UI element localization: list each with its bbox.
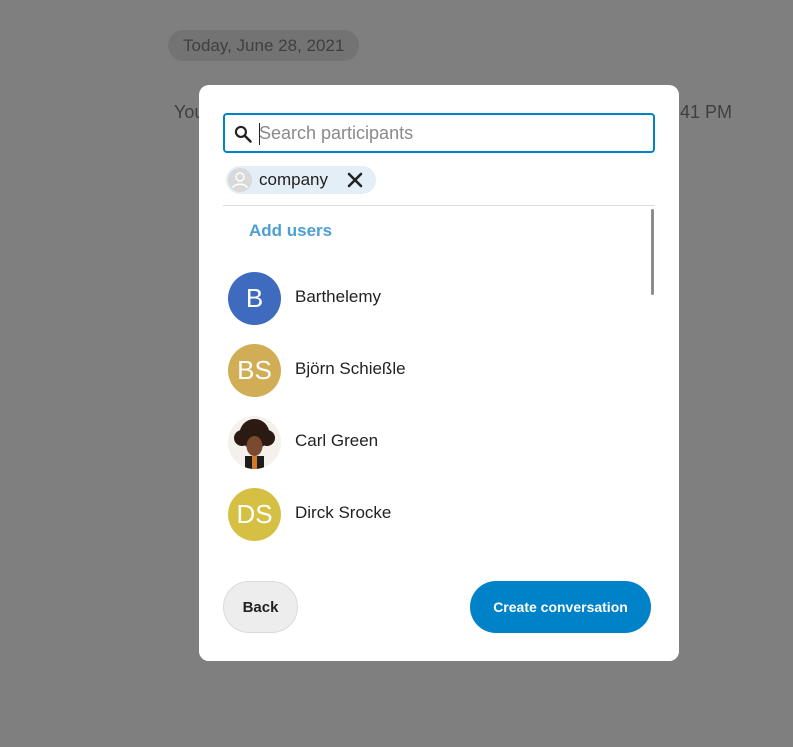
user-icon <box>232 172 248 189</box>
background-message-time: 41 PM <box>680 102 733 122</box>
close-icon[interactable] <box>344 169 366 191</box>
date-separator: Today, June 28, 2021 <box>168 30 360 61</box>
new-conversation-dialog: company Add users B Barthelemy BS Björn … <box>199 85 679 661</box>
participant-list[interactable]: Add users B Barthelemy BS Björn Schießle… <box>223 206 655 576</box>
user-name: Barthelemy <box>295 287 381 306</box>
add-users-heading: Add users <box>249 221 333 240</box>
list-item[interactable]: Carl Green <box>223 406 653 478</box>
list-item[interactable]: BS Björn Schießle <box>223 334 653 406</box>
avatar: DS <box>228 488 281 541</box>
user-name: Björn Schießle <box>295 359 406 378</box>
avatar: BS <box>228 344 281 397</box>
list-item[interactable]: B Barthelemy <box>223 262 653 334</box>
search-input[interactable] <box>259 119 639 147</box>
search-icon <box>234 125 252 143</box>
user-name: Carl Green <box>295 431 379 450</box>
scrollbar[interactable] <box>651 209 654 295</box>
text-caret <box>259 123 260 145</box>
group-avatar <box>228 168 252 192</box>
profile-photo <box>234 419 275 469</box>
selected-participant-chip: company <box>226 166 376 194</box>
chip-label: company <box>259 170 328 189</box>
user-name: Dirck Srocke <box>295 503 392 522</box>
search-field[interactable] <box>223 113 655 153</box>
back-button[interactable]: Back <box>223 581 298 633</box>
list-item[interactable]: DS Dirck Srocke <box>223 478 653 550</box>
avatar: B <box>228 272 281 325</box>
avatar <box>228 416 281 469</box>
create-conversation-button[interactable]: Create conversation <box>470 581 651 633</box>
